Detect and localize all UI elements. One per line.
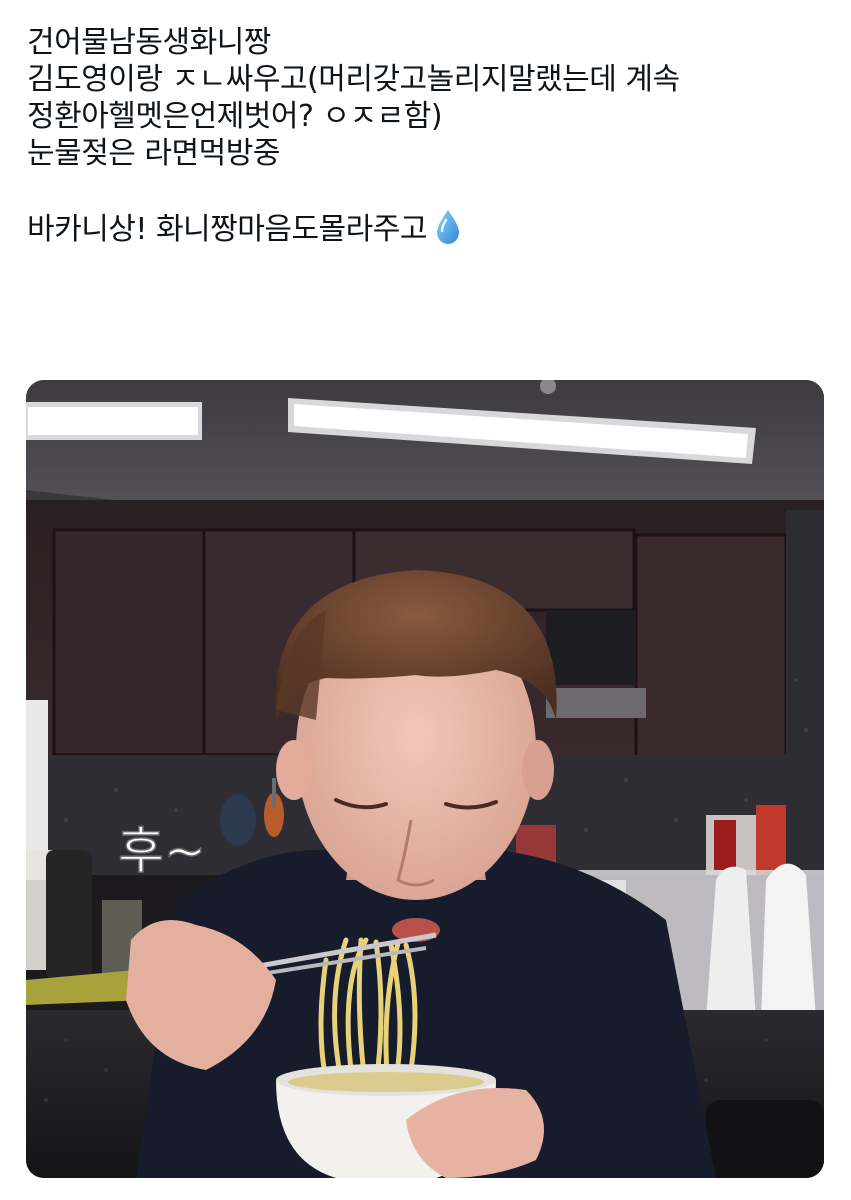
droplet-icon [435, 209, 461, 245]
tweet-last-line-text: 바카니상! 화니짱마음도몰라주고 [27, 212, 427, 247]
tweet-line-3: 정환아헬멧은언제벗어? ㅇㅈㄹ함) [27, 99, 443, 134]
photo-overlay-text: 후~ [118, 822, 206, 880]
tweet-line-4: 눈물젖은 라면먹방중 [27, 136, 280, 171]
tweet-line-2: 김도영이랑 ㅈㄴ싸우고(머리갖고놀리지말랬는데 계속 [27, 62, 680, 97]
photo-image: 후~ [26, 380, 824, 1178]
tweet-line-6: 바카니상! 화니짱마음도몰라주고 [27, 209, 827, 247]
tweet-photo[interactable]: 후~ [26, 380, 824, 1178]
tweet-line-1: 건어물남동생화니짱 [27, 25, 271, 60]
tweet-text: 건어물남동생화니짱 김도영이랑 ㅈㄴ싸우고(머리갖고놀리지말랬는데 계속 정환아… [27, 24, 827, 247]
